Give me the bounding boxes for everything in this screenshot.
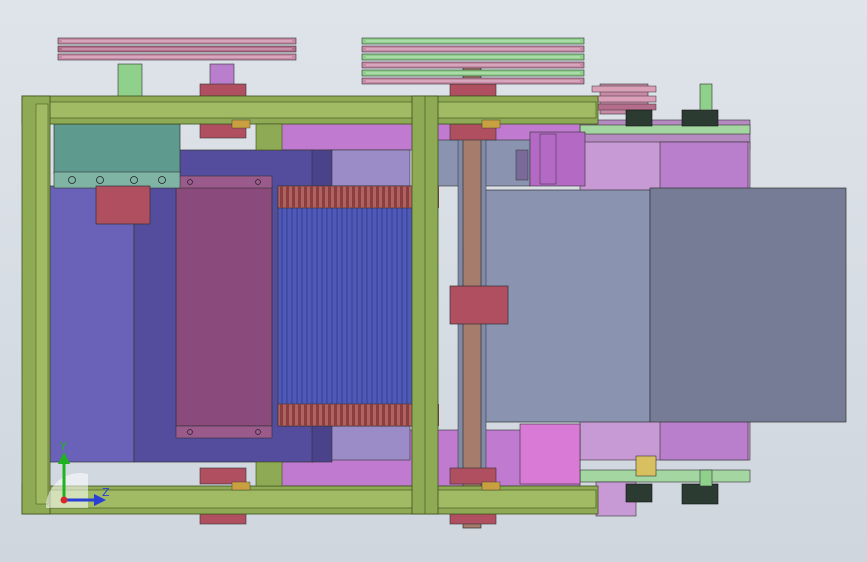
coordinate-triad: Y Z (44, 438, 124, 514)
y-axis-arrow (58, 452, 70, 464)
guide-plate (469, 187, 847, 423)
x-axis-dot (60, 496, 68, 504)
y-axis-label: Y (60, 440, 67, 453)
left-v-belt-pulley (57, 37, 297, 61)
cad-viewport[interactable]: Y Z (0, 0, 867, 562)
assembly-model[interactable] (0, 0, 867, 562)
z-axis-label: Z (102, 486, 110, 499)
triad-shadow (45, 473, 88, 508)
